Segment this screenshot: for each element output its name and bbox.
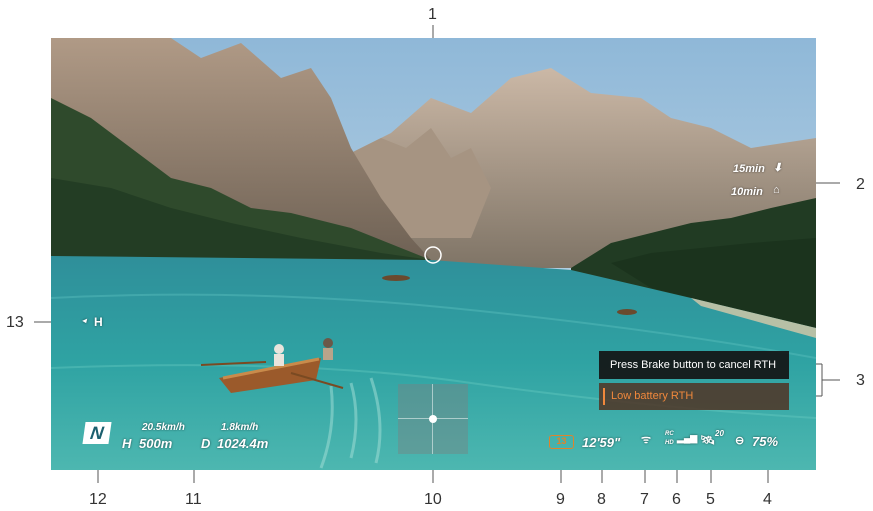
callout-8: 8 xyxy=(597,491,606,508)
distance-label: D xyxy=(201,436,211,451)
time-to-return-label: 10min xyxy=(731,186,763,198)
return-home-icon: ⌂ xyxy=(773,184,780,196)
callout-2: 2 xyxy=(856,176,865,193)
vertical-speed: 1.8km/h xyxy=(221,422,259,433)
battery-level-icon: 13 xyxy=(549,435,574,449)
time-to-land-label: 15min xyxy=(733,163,765,175)
land-icon: ⬇ xyxy=(773,162,783,174)
callout-11: 11 xyxy=(185,491,202,508)
horizontal-speed: 20.5km/h xyxy=(142,422,185,433)
hd-signal-label: HD xyxy=(665,440,674,446)
goggles-battery-percent: 75% xyxy=(752,434,779,449)
warning-bar xyxy=(603,388,605,405)
low-battery-text: Low battery RTH xyxy=(611,390,694,402)
callout-6: 6 xyxy=(672,491,681,508)
height-value: 500m xyxy=(139,436,173,451)
satellite-count: 20 xyxy=(715,429,724,438)
home-direction-icon: ◂ xyxy=(82,316,87,325)
callout-13: 13 xyxy=(6,314,24,331)
rc-signal-label: RC xyxy=(665,431,674,437)
callout-3: 3 xyxy=(856,372,865,389)
obstacle-sensing-panel xyxy=(398,384,468,454)
rth-cancel-prompt: Press Brake button to cancel RTH xyxy=(599,351,789,379)
flight-mode-badge: N xyxy=(82,422,112,444)
flight-time: 12'59" xyxy=(582,435,621,450)
signal-bars-icon: ▂▄▆ xyxy=(677,433,698,443)
camera-view: 15min ⬇ 10min ⌂ Press Brake button to ca… xyxy=(51,38,816,470)
callout-1: 1 xyxy=(428,6,437,23)
callout-10: 10 xyxy=(424,491,442,508)
satellite-icon: 🛰 xyxy=(700,433,716,447)
distance-value: 1024.4m xyxy=(217,436,269,451)
callout-9: 9 xyxy=(556,491,565,508)
home-point-label: H xyxy=(94,315,103,329)
gnss-signal-icon: ᯤ xyxy=(641,434,652,446)
callout-4: 4 xyxy=(763,491,772,508)
height-label: H xyxy=(122,436,132,451)
low-battery-warning: Low battery RTH xyxy=(599,383,789,410)
goggles-battery-icon: ⊖ xyxy=(735,435,745,447)
callout-12: 12 xyxy=(89,491,107,508)
callout-5: 5 xyxy=(706,491,715,508)
callout-7: 7 xyxy=(640,491,649,508)
